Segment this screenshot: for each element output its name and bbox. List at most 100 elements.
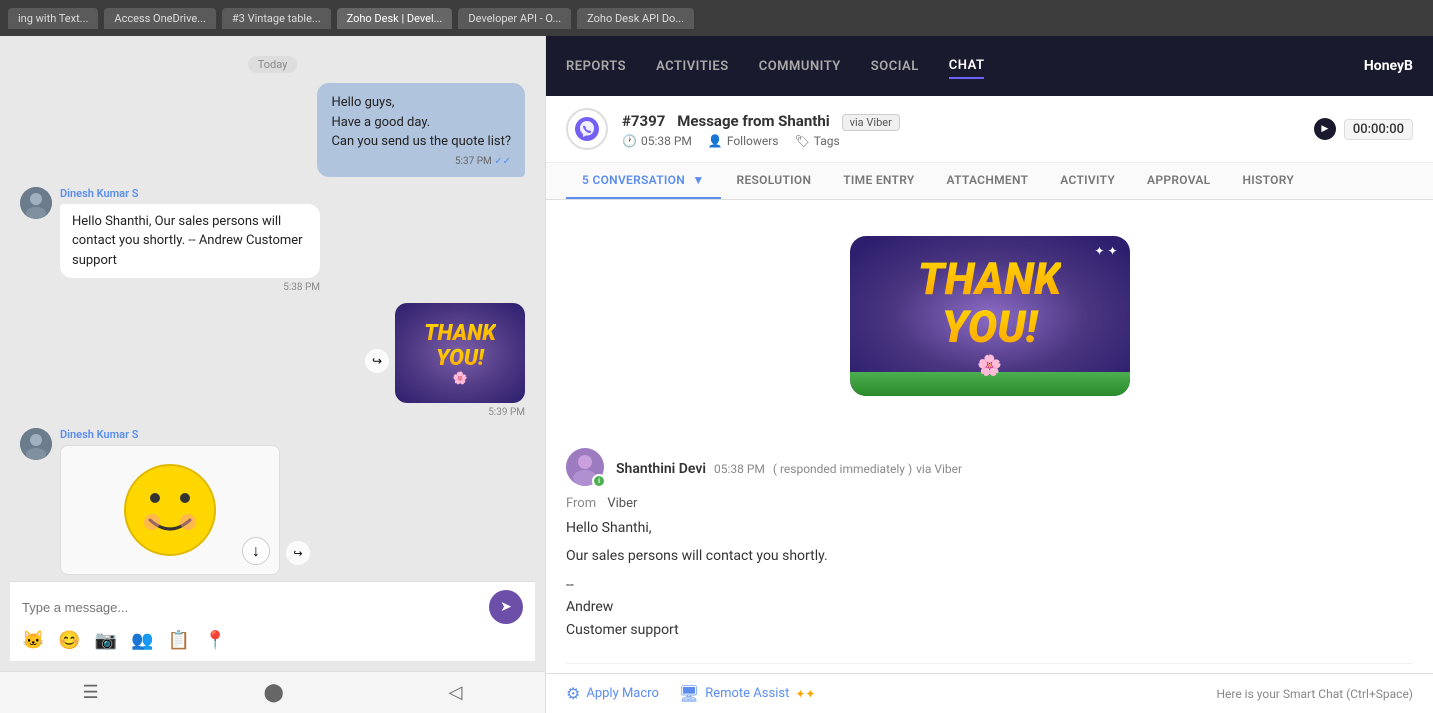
entry-from-value-1: Viber	[607, 496, 637, 511]
forward-sticker-btn[interactable]: ↪	[286, 541, 310, 565]
ticket-meta: 🕐 05:38 PM 👤 Followers 🏷 Tags	[622, 134, 1300, 148]
avatar-badge-1: i	[592, 474, 606, 488]
phone-bottom-bar: ☰ ⬤ ◁	[0, 671, 545, 713]
sparkles-decoration: ✦✦	[795, 687, 815, 701]
ticket-title-block: #7397 Message from Shanthi via Viber 🕐 0…	[622, 111, 1300, 148]
browser-tab-1[interactable]: ing with Text...	[8, 8, 98, 29]
tab-approval[interactable]: APPROVAL	[1131, 163, 1226, 199]
smiley-sticker: ↓ ↪	[60, 445, 280, 575]
agent-time: 5:38 PM	[60, 282, 320, 293]
outgoing-message-text: Hello guys,Have a good day.Can you send …	[331, 93, 511, 152]
agent-sticker-content: Dinesh Kumar S ↓	[60, 428, 280, 575]
chat-text-input[interactable]	[22, 600, 481, 615]
clock-icon: 🕐	[622, 134, 637, 148]
emoji-tool-icon[interactable]: 😊	[58, 630, 80, 651]
followers-btn[interactable]: 👤 Followers	[708, 134, 779, 148]
nav-item-activities[interactable]: ACTIVITIES	[656, 55, 729, 78]
tags-btn[interactable]: 🏷 Tags	[795, 134, 840, 148]
date-badge: Today	[248, 56, 298, 73]
desk-bottom-bar: ⚙ Apply Macro 🖥 Remote Assist ✦✦ Here is…	[546, 673, 1433, 713]
browser-tab-6[interactable]: Zoho Desk API Do...	[577, 8, 694, 29]
browser-tab-5[interactable]: Developer API - O...	[458, 8, 571, 29]
agent-sticker-name: Dinesh Kumar S	[60, 428, 280, 441]
outgoing-message-bubble: Hello guys,Have a good day.Can you send …	[317, 83, 525, 177]
nav-item-reports[interactable]: REPORTS	[566, 55, 626, 78]
agent-bubble: Hello Shanthi, Our sales persons will co…	[60, 204, 320, 279]
location-tool-icon[interactable]: 📍	[204, 630, 226, 651]
doc-tool-icon[interactable]: 📋	[168, 630, 190, 651]
sticker-tool-icon[interactable]: 🐱	[22, 630, 44, 651]
thank-you-sticker-large: THANK YOU! 🌸 ✦ ✦	[850, 236, 1130, 396]
people-tool-icon[interactable]: 👥	[131, 630, 153, 651]
home-btn[interactable]: ⬤	[264, 682, 284, 703]
ticket-header: #7397 Message from Shanthi via Viber 🕐 0…	[546, 96, 1433, 163]
message-entry-shanthini: i Shanthini Devi 05:38 PM ( responded im…	[566, 432, 1413, 664]
agent-sticker-avatar	[20, 428, 52, 460]
agent-sticker: Dinesh Kumar S ↓	[20, 428, 525, 575]
followers-icon: 👤	[708, 134, 723, 148]
ticket-tabs: 5 CONVERSATION ▼ RESOLUTION TIME ENTRY A…	[546, 163, 1433, 200]
agent-avatar	[20, 187, 52, 219]
agent-message: Dinesh Kumar S Hello Shanthi, Our sales …	[20, 187, 525, 294]
chat-messages: Today Hello guys,Have a good day.Can you…	[10, 46, 535, 581]
message-entry-header-1: i Shanthini Devi 05:38 PM ( responded im…	[566, 448, 1413, 486]
entry-responded-1: ( responded immediately )	[773, 462, 912, 476]
entry-time-1: 05:38 PM	[714, 462, 765, 476]
smart-chat-hint: Here is your Smart Chat (Ctrl+Space)	[1216, 687, 1413, 701]
via-badge: via Viber	[842, 114, 900, 131]
camera-tool-icon[interactable]: 📷	[95, 630, 117, 651]
browser-tab-2[interactable]: Access OneDrive...	[104, 8, 216, 29]
send-button[interactable]: ➤	[489, 590, 523, 624]
ticket-time: 🕐 05:38 PM	[622, 134, 692, 148]
timer-play-btn[interactable]: ▶	[1314, 118, 1336, 140]
phone-container: Today Hello guys,Have a good day.Can you…	[0, 36, 545, 671]
tags-icon: 🏷	[795, 134, 810, 148]
remote-icon: 🖥	[679, 684, 699, 703]
entry-from-row-1: From Viber	[566, 496, 1413, 511]
chat-input-area: ➤ 🐱 😊 📷 👥 📋 📍	[10, 581, 535, 661]
sticker-forward-btn[interactable]: ↪	[365, 349, 389, 373]
thank-you-sticker-small: THANK YOU! 🌸	[395, 303, 525, 403]
browser-tab-4[interactable]: Zoho Desk | Devel...	[337, 8, 453, 29]
tab-activity[interactable]: ACTIVITY	[1044, 163, 1131, 199]
ticket-title: Message from Shanthi	[677, 112, 829, 130]
tab-attachment[interactable]: ATTACHMENT	[931, 163, 1045, 199]
viber-channel-icon	[566, 108, 608, 150]
tab-chevron-icon: ▼	[692, 173, 704, 187]
tab-time-entry[interactable]: TIME ENTRY	[827, 163, 930, 199]
nav-item-chat[interactable]: CHAT	[949, 54, 985, 79]
tab-resolution[interactable]: RESOLUTION	[721, 163, 828, 199]
nav-brand: HoneyB	[1364, 58, 1413, 74]
main-layout: Today Hello guys,Have a good day.Can you…	[0, 36, 1433, 713]
phone-panel: Today Hello guys,Have a good day.Can you…	[0, 36, 545, 713]
agent-message-content: Dinesh Kumar S Hello Shanthi, Our sales …	[60, 187, 320, 294]
message-entry-meta-1: Shanthini Devi 05:38 PM ( responded imme…	[616, 458, 962, 477]
browser-tab-3[interactable]: #3 Vintage table...	[222, 8, 331, 29]
desk-panel: REPORTS ACTIVITIES COMMUNITY SOCIAL CHAT…	[545, 36, 1433, 713]
download-sticker-btn[interactable]: ↓	[242, 537, 270, 565]
message-entry-shanthi: SH i Shanthi 05:38 PM ( 4 minutes ago ) …	[566, 664, 1413, 673]
nav-item-social[interactable]: SOCIAL	[871, 55, 919, 78]
chat-input-row: ➤	[22, 590, 523, 624]
remote-assist-btn[interactable]: 🖥 Remote Assist ✦✦	[679, 684, 816, 703]
stars-decoration: ✦ ✦	[1094, 244, 1117, 258]
ticket-content: THANK YOU! 🌸 ✦ ✦ i	[546, 200, 1433, 673]
send-icon: ➤	[500, 599, 512, 615]
timer-controls: ▶ 00:00:00	[1314, 118, 1413, 140]
apply-macro-btn[interactable]: ⚙ Apply Macro	[566, 684, 659, 703]
chat-toolbar: 🐱 😊 📷 👥 📋 📍	[22, 624, 523, 653]
back-btn[interactable]: ◁	[449, 682, 463, 703]
apply-macro-label: Apply Macro	[586, 686, 659, 701]
hamburger-menu-btn[interactable]: ☰	[82, 682, 98, 703]
tab-conversation[interactable]: 5 CONVERSATION ▼	[566, 163, 721, 199]
checkmarks-icon: ✓✓	[494, 156, 511, 167]
ticket-id: #7397	[622, 112, 665, 130]
nav-item-community[interactable]: COMMUNITY	[759, 55, 841, 78]
entry-via-1: via Viber	[916, 462, 962, 476]
agent-name: Dinesh Kumar S	[60, 187, 320, 200]
outgoing-message-time: 5:37 PM ✓✓	[331, 156, 511, 167]
shanthini-avatar: i	[566, 448, 604, 486]
tab-history[interactable]: HISTORY	[1226, 163, 1310, 199]
entry-body-1: Hello Shanthi, Our sales persons will co…	[566, 517, 1413, 641]
timer-display: 00:00:00	[1344, 119, 1413, 140]
